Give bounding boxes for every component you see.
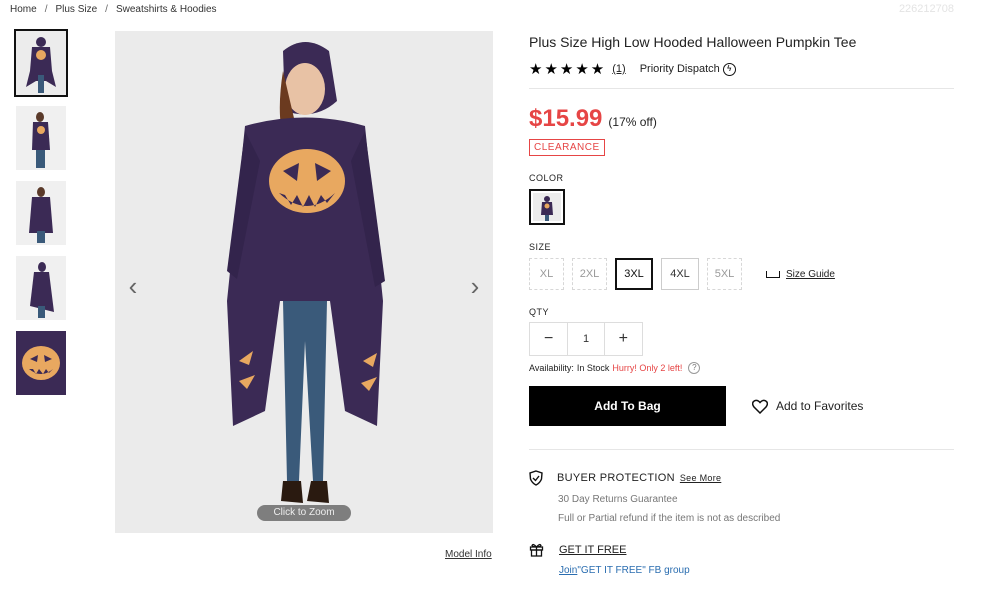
returns-guarantee: 30 Day Returns Guarantee <box>558 494 678 505</box>
click-to-zoom[interactable]: Click to Zoom <box>257 505 351 521</box>
breadcrumb-separator: / <box>105 4 108 15</box>
get-it-free: GET IT FREE <box>529 542 954 557</box>
breadcrumb-home[interactable]: Home <box>10 4 37 15</box>
add-to-favorites-button[interactable]: Add to Favorites <box>752 399 863 414</box>
buyer-protection-title: BUYER PROTECTION <box>557 472 675 484</box>
breadcrumb-separator: / <box>44 4 48 15</box>
divider <box>529 88 954 89</box>
size-selector: XL 2XL 3XL 4XL 5XL Size Guide <box>529 258 954 290</box>
shield-check-icon <box>529 470 543 486</box>
model-info-link[interactable]: Model Info <box>445 549 492 560</box>
size-guide-label: Size Guide <box>786 268 835 280</box>
stock-warning: Hurry! Only 2 left! <box>612 363 683 373</box>
product-price: $15.99 <box>529 105 603 132</box>
availability-status: In Stock <box>576 363 610 373</box>
qty-increase-button[interactable]: + <box>605 323 642 355</box>
product-sku: 226212708 <box>898 3 954 15</box>
gallery-prev-arrow[interactable]: ‹ <box>123 271 143 301</box>
discount-percent: (17% off) <box>608 115 657 129</box>
lightning-icon: ϟ <box>722 62 736 76</box>
gallery-next-arrow[interactable]: › <box>465 271 485 301</box>
qty-decrease-button[interactable]: − <box>530 323 567 355</box>
join-link[interactable]: Join <box>559 565 577 576</box>
availability-prefix: Availability: <box>529 363 574 373</box>
gift-icon <box>529 543 544 557</box>
thumbnail-list <box>14 29 68 406</box>
fb-group-label: "GET IT FREE" FB group <box>577 565 690 576</box>
priority-dispatch-label: Priority Dispatch <box>639 63 720 75</box>
swatch-thumbnail <box>533 193 561 221</box>
rating-row: ★★★★★ (1) Priority Dispatch ϟ <box>529 60 954 78</box>
color-swatch-purple[interactable] <box>529 189 565 225</box>
breadcrumb: Home / Plus Size / Sweatshirts & Hoodies <box>10 4 217 15</box>
get-it-free-link[interactable]: GET IT FREE <box>559 544 626 556</box>
thumbnail-back[interactable] <box>16 181 66 245</box>
review-count-link[interactable]: (1) <box>612 63 625 75</box>
join-group-row: Join"GET IT FREE" FB group <box>559 565 954 576</box>
qty-label: QTY <box>529 307 550 317</box>
see-more-link[interactable]: See More <box>680 473 721 483</box>
product-info-panel: Plus Size High Low Hooded Halloween Pump… <box>529 31 954 576</box>
product-title: Plus Size High Low Hooded Halloween Pump… <box>529 34 857 50</box>
thumbnail-side[interactable] <box>16 106 66 170</box>
heart-icon <box>752 399 768 414</box>
add-to-bag-button[interactable]: Add To Bag <box>529 386 726 426</box>
qty-input[interactable]: 1 <box>567 323 605 355</box>
size-option-5xl[interactable]: 5XL <box>707 258 742 290</box>
priority-dispatch: Priority Dispatch ϟ <box>639 62 736 76</box>
quantity-stepper: − 1 + <box>529 322 643 356</box>
breadcrumb-plus-size[interactable]: Plus Size <box>55 4 97 15</box>
add-to-favorites-label: Add to Favorites <box>776 399 864 413</box>
size-option-4xl[interactable]: 4XL <box>661 258 699 290</box>
availability-row: Availability: In Stock Hurry! Only 2 lef… <box>529 362 954 374</box>
thumbnail-pumpkin-detail[interactable] <box>16 331 66 395</box>
refund-policy: Full or Partial refund if the item is no… <box>558 513 781 524</box>
thumbnail-profile[interactable] <box>16 256 66 320</box>
price-row: $15.99 (17% off) <box>529 105 954 133</box>
model-figure <box>115 31 493 533</box>
color-label: COLOR <box>529 173 564 183</box>
cta-row: Add To Bag Add to Favorites <box>529 386 954 426</box>
divider <box>529 449 954 450</box>
star-rating: ★★★★★ <box>529 61 607 78</box>
thumbnail-front[interactable] <box>14 29 68 97</box>
size-guide-link[interactable]: Size Guide <box>766 269 835 280</box>
ruler-icon <box>766 270 780 278</box>
clearance-badge: CLEARANCE <box>529 139 605 156</box>
buyer-protection: BUYER PROTECTION See More <box>529 470 954 486</box>
breadcrumb-category[interactable]: Sweatshirts & Hoodies <box>116 4 217 15</box>
size-option-2xl[interactable]: 2XL <box>572 258 607 290</box>
size-label: SIZE <box>529 242 552 252</box>
size-option-3xl[interactable]: 3XL <box>615 258 653 290</box>
main-product-image[interactable]: ‹ › Click to Zoom <box>115 31 493 533</box>
size-option-xl[interactable]: XL <box>529 258 564 290</box>
help-icon[interactable]: ? <box>688 362 701 374</box>
